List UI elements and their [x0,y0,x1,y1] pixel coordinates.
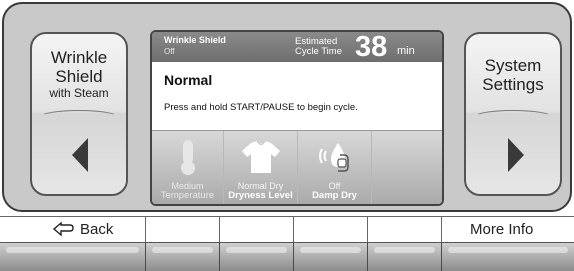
softkey-label-3 [220,217,294,243]
more-info-softkey-label: More Info [470,221,534,238]
cycle-time-value: 38 [355,31,388,63]
estimated-cycle-time-label: Estimated Cycle Time [295,36,342,57]
option-temperature[interactable]: Medium Temperature [152,131,224,204]
softkey-label-5 [368,217,442,243]
left-arrow-icon [72,138,88,172]
option-dryness-level[interactable]: Normal Dry Dryness Level [224,131,298,204]
back-key[interactable] [0,243,146,271]
right-arrow-icon [508,138,524,172]
softkey-2[interactable] [146,243,220,271]
softkey-label-2 [146,217,220,243]
thermometer-icon [152,139,223,175]
back-softkey-label: Back [0,217,146,243]
button-divider [40,110,118,124]
back-arrow-icon [52,221,74,241]
display-screen: Wrinkle Shield Off Estimated Cycle Time … [150,30,444,206]
damp-dry-alert-icon [298,139,371,175]
cycle-options-row: Medium Temperature Normal Dry Dryness Le… [152,130,442,204]
more-info-key[interactable] [442,243,574,271]
softkey-label-4 [294,217,368,243]
system-settings-label: System Settings [482,56,544,94]
softkey-3[interactable] [220,243,294,271]
softkeys-row [0,242,574,271]
button-divider [474,110,552,124]
softkey-labels-row: Back More Info [0,216,574,243]
system-settings-button[interactable]: System Settings [464,32,562,196]
wrinkle-shield-status-value: Off [164,47,175,56]
wrinkle-shield-status-title: Wrinkle Shield [164,35,226,45]
option-damp-dry[interactable]: Off Damp Dry [298,131,372,204]
softkey-5[interactable] [368,243,442,271]
cycle-name: Normal [164,72,213,88]
shirt-icon [224,139,297,175]
softkey-4[interactable] [294,243,368,271]
cycle-time-unit: min [397,45,415,57]
wrinkle-shield-label: Wrinkle Shield with Steam [49,48,109,100]
control-panel: Wrinkle Shield with Steam Wrinkle Shield… [2,2,572,212]
instruction-text: Press and hold START/PAUSE to begin cycl… [164,102,358,113]
status-bar: Wrinkle Shield Off Estimated Cycle Time … [152,32,442,62]
wrinkle-shield-button[interactable]: Wrinkle Shield with Steam [30,32,128,196]
